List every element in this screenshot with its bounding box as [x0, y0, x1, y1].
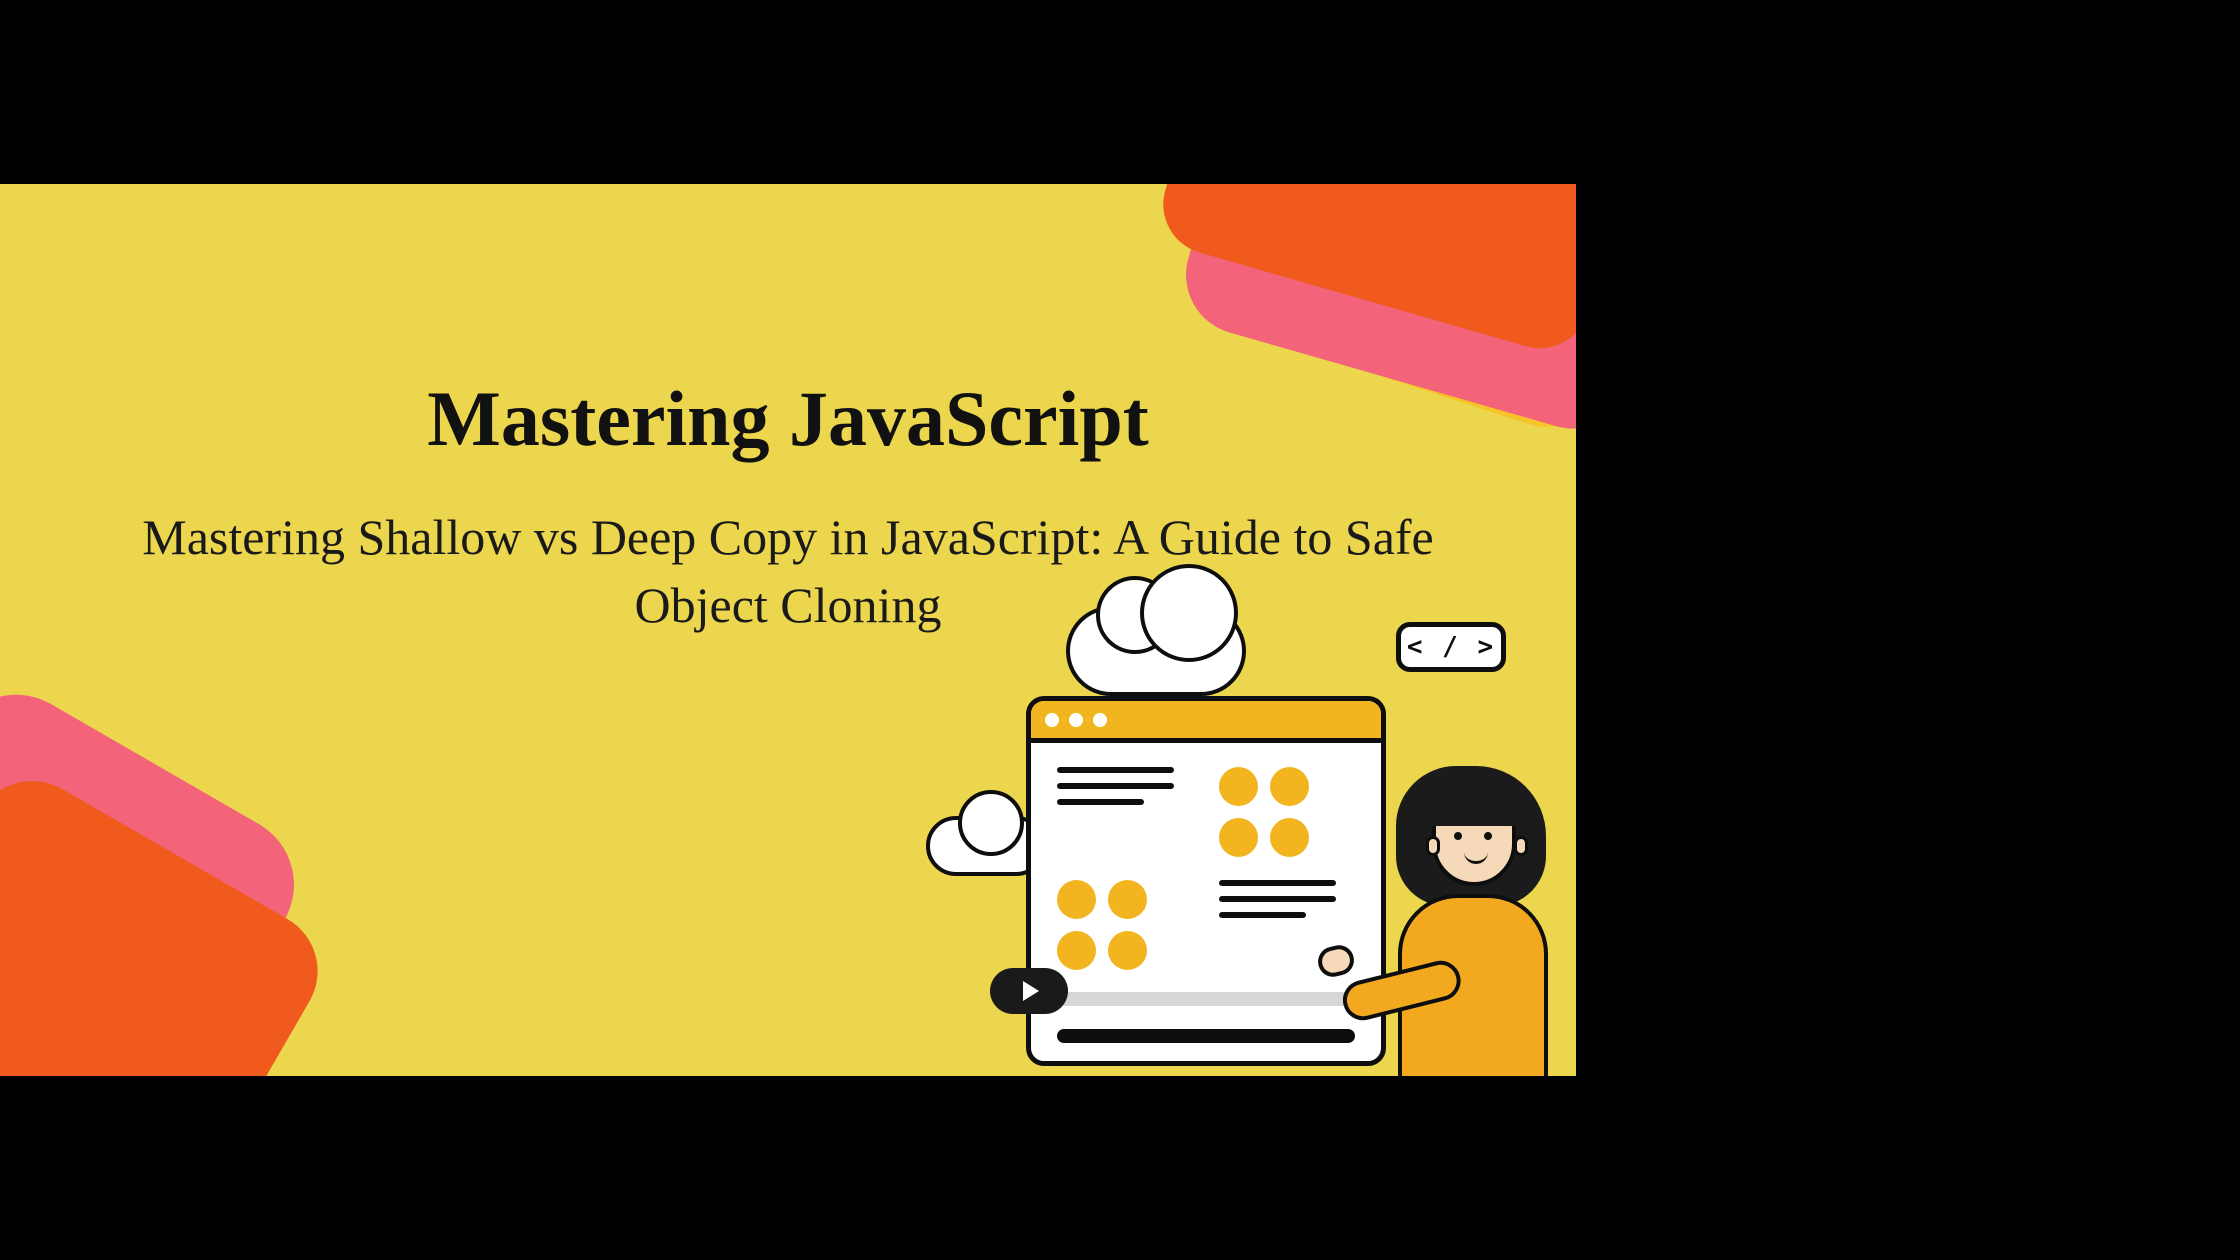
traffic-light-dot: [1093, 713, 1107, 727]
browser-window-icon: [1026, 696, 1386, 1066]
cloud-icon: [1066, 606, 1246, 696]
person-illustration: [1336, 726, 1556, 1076]
code-badge-icon: < / >: [1396, 622, 1506, 672]
grid-dots-icon: [1219, 767, 1309, 857]
slide-heading: Mastering JavaScript: [0, 374, 1576, 464]
placeholder-bar-dark: [1057, 1029, 1355, 1043]
browser-body: [1031, 743, 1381, 1061]
illustration-group: < / >: [936, 586, 1536, 1076]
letterbox-right: [1576, 184, 2240, 1076]
letterbox-bottom: [0, 1076, 2240, 1260]
traffic-light-dot: [1069, 713, 1083, 727]
text-lines-icon: [1057, 767, 1193, 858]
stage: Mastering JavaScript Mastering Shallow v…: [0, 0, 2240, 1260]
grid-dots-icon: [1057, 880, 1147, 970]
slide-canvas: Mastering JavaScript Mastering Shallow v…: [0, 184, 1576, 1076]
traffic-light-dot: [1045, 713, 1059, 727]
placeholder-bar: [1057, 992, 1355, 1006]
letterbox-top: [0, 0, 2240, 184]
browser-titlebar: [1031, 701, 1381, 743]
play-icon: [990, 968, 1068, 1014]
